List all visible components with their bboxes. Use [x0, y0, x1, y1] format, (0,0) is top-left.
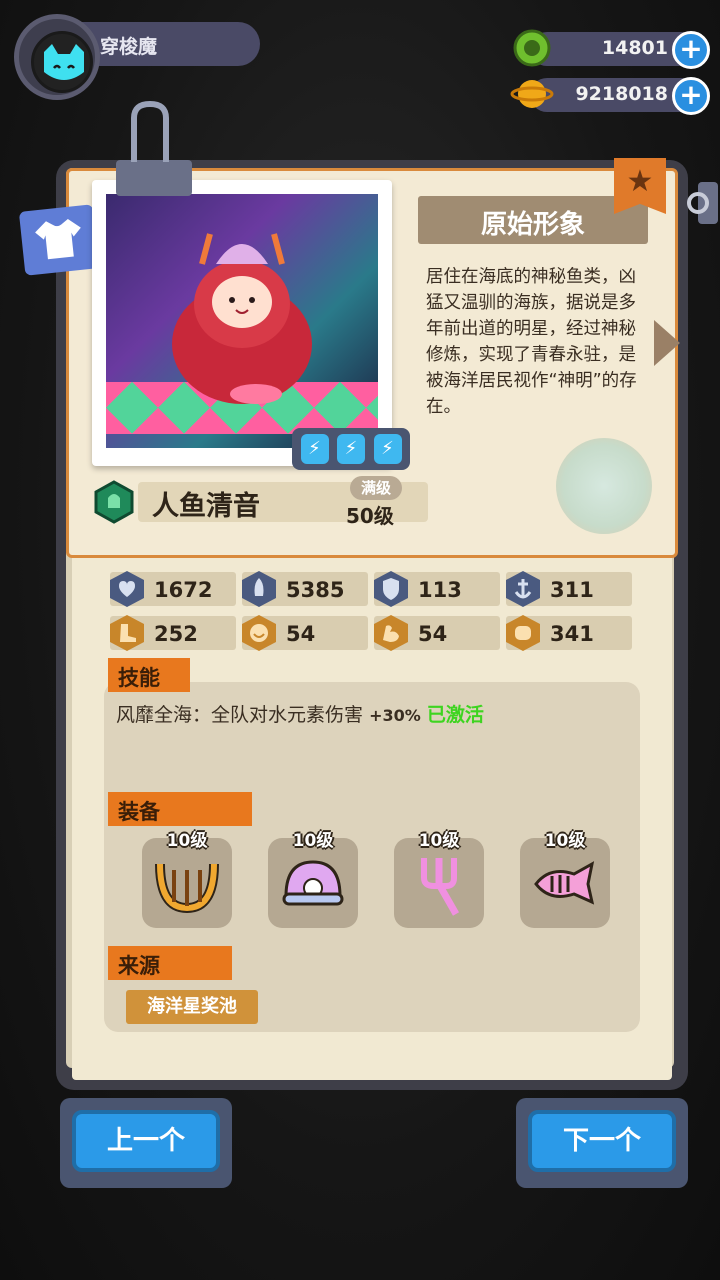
- add-gold-button[interactable]: +: [672, 77, 710, 115]
- currency-value: 14801: [601, 37, 668, 59]
- avatar[interactable]: [31, 31, 93, 93]
- equipment-slot-1[interactable]: 10级: [142, 831, 232, 928]
- equipment-level: 10级: [418, 831, 460, 851]
- stat-charm: 54: [242, 615, 368, 651]
- stat-value: 252: [154, 622, 198, 646]
- character-name: 人鱼清音: [152, 491, 260, 522]
- avatar-frame[interactable]: [14, 14, 100, 100]
- form-title: 原始形象: [480, 210, 585, 240]
- cat-face-icon: [44, 44, 84, 80]
- character-portrait-frame: [92, 180, 392, 466]
- stat-value: 1672: [154, 578, 213, 602]
- stat-speed: 252: [110, 615, 236, 651]
- stat-strength: 54: [374, 615, 500, 651]
- character-description: 居住在海底的神秘鱼类，凶猛又温驯的海族，据说是多年前出道的明星，经过神秘修炼，实…: [426, 267, 637, 417]
- next-button-frame: 下一个: [516, 1098, 688, 1188]
- skill-status: 已激活: [426, 704, 484, 726]
- equipment-slot-4[interactable]: 10级: [520, 831, 610, 928]
- stat-value: 5385: [286, 578, 345, 602]
- character-portrait: [106, 194, 378, 448]
- player-info[interactable]: 穿梭魔: [14, 14, 260, 100]
- element-hex-icon: [94, 480, 134, 524]
- energy-icon: ⚡: [373, 434, 402, 464]
- skill-bonus: +30%: [369, 706, 421, 725]
- shield-icon: [374, 571, 408, 607]
- next-button[interactable]: 下一个: [528, 1110, 676, 1172]
- energy-icon: ⚡: [337, 434, 365, 464]
- outfit-tab[interactable]: [18, 204, 100, 276]
- prev-button[interactable]: 上一个: [72, 1110, 220, 1172]
- add-gem-button[interactable]: +: [672, 31, 710, 69]
- equipment-slot-3[interactable]: 10级: [394, 831, 484, 928]
- stat-value: 341: [550, 622, 594, 646]
- source-tag[interactable]: 海洋星奖池: [126, 990, 258, 1024]
- boot-icon: [110, 615, 144, 651]
- stat-value: 113: [418, 578, 462, 602]
- muscle-icon: [374, 615, 408, 651]
- currency-value: 9218018: [575, 83, 668, 105]
- energy-bar: ⚡ ⚡ ⚡: [292, 428, 410, 470]
- pearl-shell-icon: [282, 860, 344, 906]
- currency-gem: 14801 +: [510, 28, 710, 69]
- equipment-level: 10级: [292, 831, 334, 851]
- fork-icon: [421, 858, 460, 916]
- skill-section-label: 技能: [108, 658, 190, 692]
- pet-stamp: [556, 438, 652, 534]
- stat-power: 341: [506, 615, 632, 651]
- energy-icon: ⚡: [300, 434, 329, 464]
- fish-bone-icon: [534, 861, 595, 905]
- rocket-icon: [242, 571, 276, 607]
- currency-gold: 9218018 +: [510, 74, 710, 115]
- skill-text: 风靡全海：全队对水元素伤害: [116, 704, 364, 726]
- prev-button-frame: 上一个: [60, 1098, 232, 1188]
- side-clip-icon: [687, 182, 718, 224]
- player-name: 穿梭魔: [100, 36, 158, 58]
- lyre-icon: [155, 863, 219, 914]
- mermaid-illustration: [172, 233, 312, 404]
- stat-anchor: 311: [506, 571, 632, 607]
- equipment-level: 10级: [166, 831, 208, 851]
- heart-shield-icon: [110, 571, 144, 607]
- source-section-label: 来源: [108, 946, 232, 980]
- gold-planet-coin-icon: [510, 80, 554, 108]
- smile-icon: [242, 615, 276, 651]
- fist-icon: [506, 615, 540, 651]
- stat-value: 54: [286, 622, 316, 646]
- next-form-arrow-icon[interactable]: [652, 318, 682, 368]
- equipment-level: 10级: [544, 831, 586, 851]
- green-gem-coin-icon: [513, 29, 551, 67]
- form-title-tag: 原始形象: [418, 196, 648, 244]
- stat-attack: 5385: [242, 571, 368, 607]
- equipment-slot-2[interactable]: 10级: [268, 831, 358, 928]
- max-level-badge: 满级: [350, 476, 402, 500]
- paper-clip-icon: [116, 100, 192, 196]
- character-level: 50级: [346, 504, 394, 528]
- stat-defense: 113: [374, 571, 500, 607]
- anchor-icon: [506, 571, 540, 607]
- shirt-icon: [35, 218, 81, 260]
- equipment-section-label: 装备: [108, 792, 252, 826]
- stat-value: 54: [418, 622, 448, 646]
- star-icon: ★: [626, 164, 654, 199]
- stat-hp: 1672: [110, 571, 236, 607]
- stat-value: 311: [550, 578, 594, 602]
- skill-description: 风靡全海：全队对水元素伤害 +30% 已激活: [116, 700, 484, 727]
